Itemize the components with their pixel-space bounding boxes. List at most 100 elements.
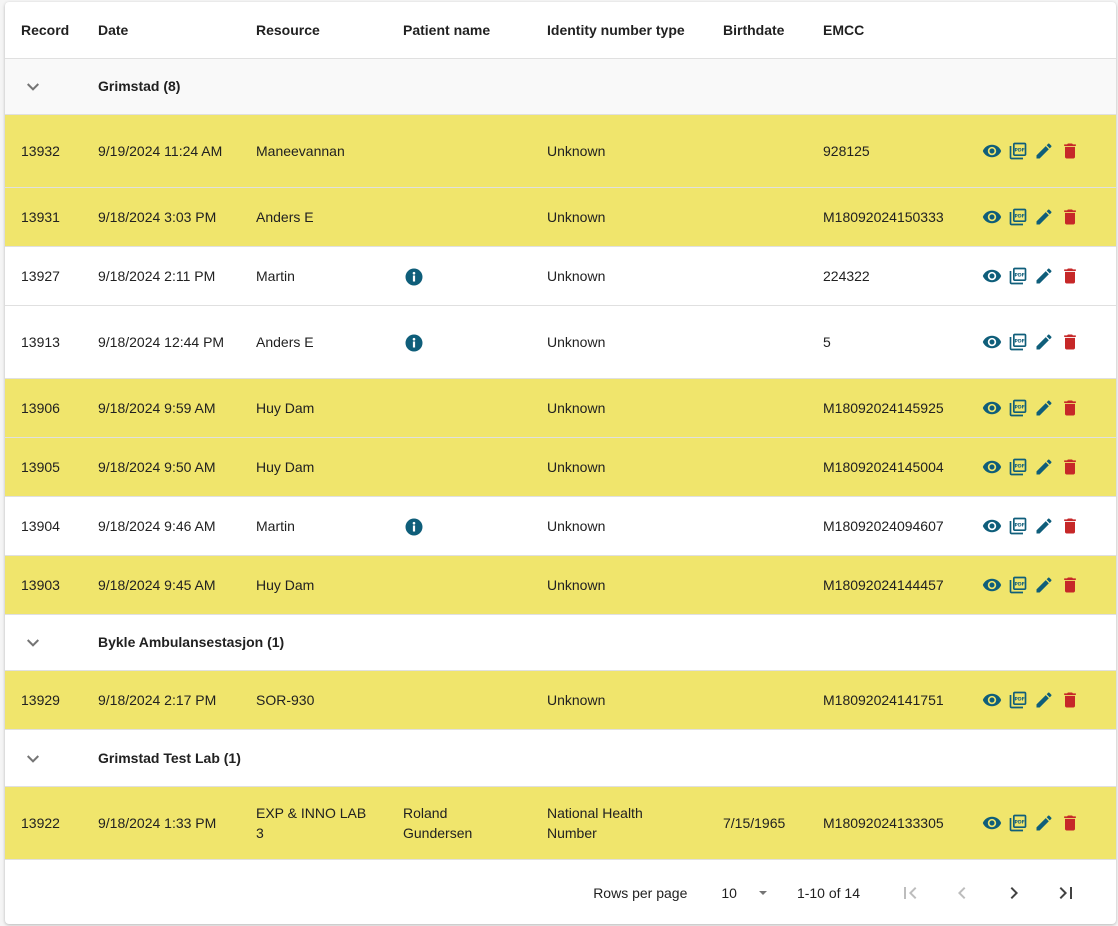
edit-icon[interactable] xyxy=(1032,396,1056,420)
group-toggle-cell[interactable] xyxy=(5,614,98,671)
cell-date: 9/18/2024 9:46 AM xyxy=(98,496,256,556)
pdf-icon[interactable]: PDF xyxy=(1006,455,1030,479)
delete-icon[interactable] xyxy=(1058,811,1082,835)
column-header-emcc[interactable]: EMCC xyxy=(823,2,978,59)
cell-record: 13903 xyxy=(5,555,98,615)
next-page-button[interactable] xyxy=(994,873,1034,913)
edit-icon[interactable] xyxy=(1032,811,1056,835)
view-icon[interactable] xyxy=(980,688,1004,712)
edit-icon[interactable] xyxy=(1032,573,1056,597)
table-row[interactable]: 13913 9/18/2024 12:44 PM Anders E Unknown 5 P… xyxy=(5,305,1116,379)
group-row[interactable]: Bykle Ambulansestasjon (1) xyxy=(5,614,1116,671)
cell-resource: SOR-930 xyxy=(256,670,403,730)
view-icon[interactable] xyxy=(980,205,1004,229)
pdf-icon[interactable]: PDF xyxy=(1006,139,1030,163)
delete-icon[interactable] xyxy=(1058,330,1082,354)
cell-patient-name xyxy=(403,187,547,247)
view-icon[interactable] xyxy=(980,396,1004,420)
table-row[interactable]: 13932 9/19/2024 11:24 AM Maneevannan Unknow… xyxy=(5,114,1116,188)
rows-per-page-select[interactable]: 10 xyxy=(721,885,769,901)
cell-actions: PDF xyxy=(978,786,1116,860)
delete-icon[interactable] xyxy=(1058,139,1082,163)
delete-icon[interactable] xyxy=(1058,455,1082,479)
edit-icon[interactable] xyxy=(1032,264,1056,288)
view-icon[interactable] xyxy=(980,139,1004,163)
view-icon[interactable] xyxy=(980,330,1004,354)
first-page-button[interactable] xyxy=(890,873,930,913)
patient-name-text: Roland Gundersen xyxy=(403,804,473,841)
chevron-down-icon[interactable] xyxy=(21,74,45,98)
first-page-icon xyxy=(904,886,917,899)
cell-birthdate xyxy=(723,555,823,615)
edit-icon[interactable] xyxy=(1032,139,1056,163)
cell-date: 9/18/2024 2:11 PM xyxy=(98,246,256,306)
cell-emcc: 224322 xyxy=(823,246,978,306)
pdf-icon[interactable]: PDF xyxy=(1006,573,1030,597)
table-row[interactable]: 13903 9/18/2024 9:45 AM Huy Dam Unknown M180… xyxy=(5,555,1116,615)
cell-actions: PDF xyxy=(978,305,1116,379)
info-icon[interactable] xyxy=(405,268,423,286)
edit-icon[interactable] xyxy=(1032,455,1056,479)
column-header-date[interactable]: Date xyxy=(98,2,256,59)
pdf-icon[interactable]: PDF xyxy=(1006,688,1030,712)
table-row[interactable]: 13922 9/18/2024 1:33 PM EXP & INNO LAB 3 Ro… xyxy=(5,786,1116,860)
cell-date: 9/18/2024 9:50 AM xyxy=(98,437,256,497)
delete-icon[interactable] xyxy=(1058,205,1082,229)
delete-icon[interactable] xyxy=(1058,514,1082,538)
column-header-patient-name[interactable]: Patient name xyxy=(403,2,547,59)
cell-actions: PDF xyxy=(978,437,1116,497)
pdf-icon[interactable]: PDF xyxy=(1006,811,1030,835)
view-icon[interactable] xyxy=(980,455,1004,479)
view-icon[interactable] xyxy=(980,811,1004,835)
cell-emcc: 5 xyxy=(823,305,978,379)
pdf-icon[interactable]: PDF xyxy=(1006,330,1030,354)
chevron-down-icon[interactable] xyxy=(21,630,45,654)
edit-icon[interactable] xyxy=(1032,330,1056,354)
cell-emcc: M18092024094607 xyxy=(823,496,978,556)
cell-birthdate xyxy=(723,670,823,730)
column-header-resource[interactable]: Resource xyxy=(256,2,403,59)
table-row[interactable]: 13905 9/18/2024 9:50 AM Huy Dam Unknown M180… xyxy=(5,437,1116,497)
column-header-identity-number-type[interactable]: Identity number type xyxy=(547,2,723,59)
delete-icon[interactable] xyxy=(1058,573,1082,597)
cell-identity-number-type: Unknown xyxy=(547,555,723,615)
pdf-icon[interactable]: PDF xyxy=(1006,514,1030,538)
cell-emcc: M18092024141751 xyxy=(823,670,978,730)
delete-icon[interactable] xyxy=(1058,264,1082,288)
cell-identity-number-type: National Health Number xyxy=(547,786,723,860)
pdf-icon[interactable]: PDF xyxy=(1006,205,1030,229)
column-header-record[interactable]: Record xyxy=(5,2,98,59)
group-toggle-cell[interactable] xyxy=(5,58,98,115)
view-icon[interactable] xyxy=(980,264,1004,288)
cell-record: 13904 xyxy=(5,496,98,556)
column-header-birthdate[interactable]: Birthdate xyxy=(723,2,823,59)
previous-page-button[interactable] xyxy=(942,873,982,913)
edit-icon[interactable] xyxy=(1032,205,1056,229)
table-row[interactable]: 13929 9/18/2024 2:17 PM SOR-930 Unknown M180… xyxy=(5,670,1116,730)
edit-icon[interactable] xyxy=(1032,688,1056,712)
svg-text:PDF: PDF xyxy=(1015,696,1025,702)
table-row[interactable]: 13904 9/18/2024 9:46 AM Martin Unknown M1809… xyxy=(5,496,1116,556)
view-icon[interactable] xyxy=(980,573,1004,597)
pdf-icon[interactable]: PDF xyxy=(1006,264,1030,288)
delete-icon[interactable] xyxy=(1058,688,1082,712)
delete-icon[interactable] xyxy=(1058,396,1082,420)
cell-date: 9/18/2024 3:03 PM xyxy=(98,187,256,247)
pdf-icon[interactable]: PDF xyxy=(1006,396,1030,420)
cell-record: 13931 xyxy=(5,187,98,247)
table-row[interactable]: 13927 9/18/2024 2:11 PM Martin Unknown 22432… xyxy=(5,246,1116,306)
cell-actions: PDF xyxy=(978,246,1116,306)
cell-date: 9/19/2024 11:24 AM xyxy=(98,114,256,188)
cell-emcc: 928125 xyxy=(823,114,978,188)
last-page-button[interactable] xyxy=(1046,873,1086,913)
group-toggle-cell[interactable] xyxy=(5,729,98,787)
chevron-down-icon[interactable] xyxy=(21,746,45,770)
edit-icon[interactable] xyxy=(1032,514,1056,538)
table-row[interactable]: 13906 9/18/2024 9:59 AM Huy Dam Unknown M180… xyxy=(5,378,1116,438)
info-icon[interactable] xyxy=(405,334,423,352)
info-icon[interactable] xyxy=(405,518,423,536)
table-row[interactable]: 13931 9/18/2024 3:03 PM Anders E Unknown M18… xyxy=(5,187,1116,247)
group-row[interactable]: Grimstad Test Lab (1) xyxy=(5,729,1116,787)
view-icon[interactable] xyxy=(980,514,1004,538)
group-row[interactable]: Grimstad (8) xyxy=(5,58,1116,115)
